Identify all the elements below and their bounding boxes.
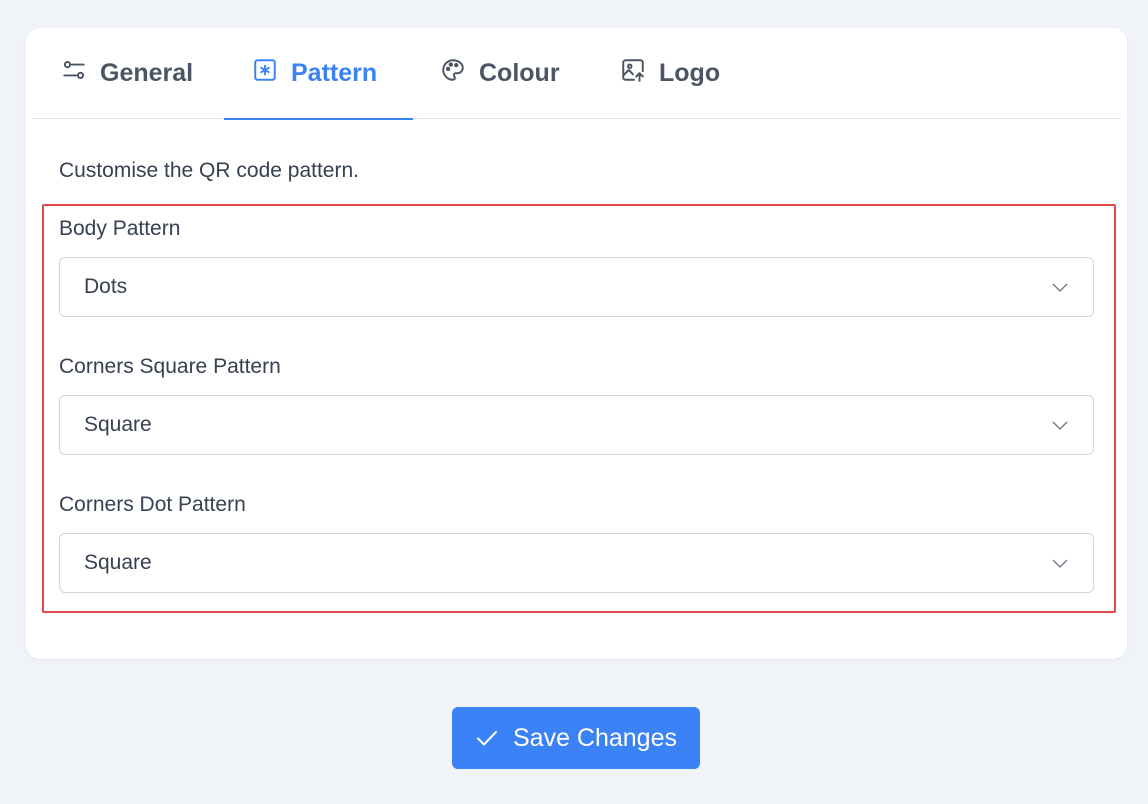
corners-square-select[interactable]: Square xyxy=(59,395,1094,455)
image-upload-icon xyxy=(620,57,646,90)
corners-dot-select[interactable]: Square xyxy=(59,533,1094,593)
tab-pattern[interactable]: Pattern xyxy=(224,28,413,120)
save-changes-label: Save Changes xyxy=(512,723,677,752)
tab-label-colour: Colour xyxy=(479,59,560,87)
tab-logo[interactable]: Logo xyxy=(620,28,720,119)
check-icon xyxy=(476,731,497,746)
palette-icon xyxy=(440,57,466,90)
corners-square-label: Corners Square Pattern xyxy=(59,355,281,378)
tab-bar: General Pattern Colour Logo xyxy=(32,28,1121,120)
settings-card: General Pattern Colour Logo Customise th… xyxy=(26,28,1127,659)
tab-general[interactable]: General xyxy=(61,28,193,119)
tab-label-general: General xyxy=(100,59,194,87)
corners-dot-label: Corners Dot Pattern xyxy=(59,493,246,516)
body-pattern-label: Body Pattern xyxy=(59,217,181,240)
intro-text: Customise the QR code pattern. xyxy=(59,159,359,182)
tab-label-logo: Logo xyxy=(659,59,721,87)
chevron-down-icon xyxy=(1052,421,1068,430)
body-pattern-value: Dots xyxy=(84,275,128,298)
tab-label-pattern: Pattern xyxy=(291,59,378,87)
asterisk-square-icon xyxy=(252,57,278,90)
body-pattern-select[interactable]: Dots xyxy=(59,257,1094,317)
tab-colour[interactable]: Colour xyxy=(440,28,560,119)
sliders-icon xyxy=(61,57,87,90)
active-tab-indicator xyxy=(224,118,413,120)
chevron-down-icon xyxy=(1052,559,1068,568)
save-changes-button[interactable]: Save Changes xyxy=(452,707,700,769)
chevron-down-icon xyxy=(1052,283,1068,292)
corners-dot-value: Square xyxy=(84,551,152,574)
corners-square-value: Square xyxy=(84,413,152,436)
